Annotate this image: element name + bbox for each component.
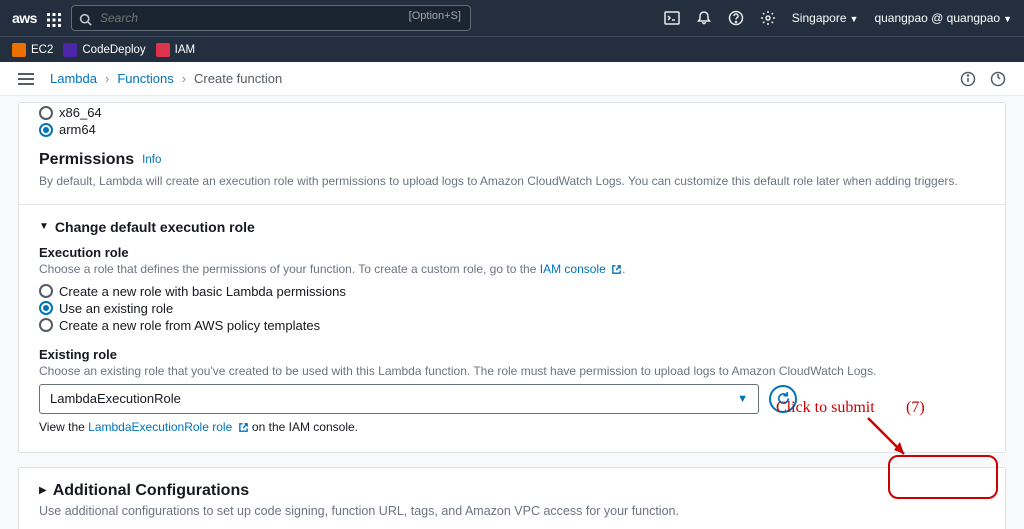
- arch-x86-row[interactable]: x86_64: [39, 105, 985, 120]
- exec-role-desc: Choose a role that defines the permissio…: [39, 262, 985, 276]
- svc-label: CodeDeploy: [82, 44, 145, 56]
- iam-icon: [156, 43, 170, 57]
- services-bar: EC2 CodeDeploy IAM: [0, 36, 1024, 62]
- permissions-desc: By default, Lambda will create an execut…: [39, 173, 985, 190]
- caret-down-icon: ▼: [850, 14, 859, 24]
- global-search: [Option+S]: [71, 5, 471, 31]
- global-nav: aws [Option+S] Singapore▼ quangpao @ qua…: [0, 0, 1024, 36]
- info-panel-icon[interactable]: [960, 70, 976, 87]
- view-role-link-text: LambdaExecutionRole role: [88, 420, 232, 434]
- arch-arm64-row[interactable]: arm64: [39, 122, 985, 137]
- notifications-icon[interactable]: [696, 10, 712, 27]
- additional-config-expander[interactable]: ▶ Additional Configurations: [39, 482, 985, 500]
- external-link-icon: [611, 262, 622, 276]
- caret-right-icon: ▶: [39, 485, 47, 496]
- existing-role-label: Existing role: [39, 347, 985, 362]
- main-content: x86_64 arm64 Permissions Info By default…: [0, 96, 1024, 529]
- aws-logo[interactable]: aws: [12, 10, 37, 26]
- svc-iam[interactable]: IAM: [156, 43, 195, 57]
- basic-info-card: x86_64 arm64 Permissions Info By default…: [18, 102, 1006, 453]
- exec-role-desc-suffix: .: [622, 262, 625, 276]
- role-opt-template-label: Create a new role from AWS policy templa…: [59, 318, 320, 333]
- view-role-link[interactable]: LambdaExecutionRole role: [88, 420, 248, 434]
- iam-console-link[interactable]: IAM console: [540, 262, 622, 276]
- additional-config-card: ▶ Additional Configurations Use addition…: [18, 467, 1006, 529]
- radio-icon: [39, 106, 53, 120]
- role-opt-template[interactable]: Create a new role from AWS policy templa…: [39, 318, 985, 333]
- nav-icons: Singapore▼ quangpao @ quangpao▼: [664, 10, 1012, 27]
- help-icon[interactable]: [728, 10, 744, 27]
- role-opt-new-label: Create a new role with basic Lambda perm…: [59, 284, 346, 299]
- existing-role-value: LambdaExecutionRole: [50, 391, 181, 406]
- caret-down-icon: ▼: [1003, 14, 1012, 24]
- svc-label: IAM: [175, 44, 195, 56]
- existing-role-select[interactable]: LambdaExecutionRole ▼: [39, 384, 759, 414]
- svc-ec2[interactable]: EC2: [12, 43, 53, 57]
- breadcrumb-sep: ›: [182, 71, 186, 86]
- breadcrumb-functions[interactable]: Functions: [117, 71, 173, 86]
- exec-role-desc-prefix: Choose a role that defines the permissio…: [39, 262, 540, 276]
- aws-logo-text: aws: [12, 10, 37, 26]
- divider: [19, 204, 1005, 205]
- search-icon: [79, 11, 92, 26]
- cloudshell-icon[interactable]: [664, 10, 680, 27]
- region-selector[interactable]: Singapore▼: [792, 11, 859, 25]
- codedeploy-icon: [63, 43, 77, 57]
- account-label: quangpao @ quangpao: [874, 11, 1000, 25]
- permissions-title: Permissions: [39, 151, 134, 169]
- role-opt-existing[interactable]: Use an existing role: [39, 301, 985, 316]
- exec-role-expander-title: Change default execution role: [55, 219, 255, 235]
- svc-codedeploy[interactable]: CodeDeploy: [63, 43, 145, 57]
- additional-config-desc: Use additional configurations to set up …: [39, 504, 985, 518]
- arch-x86-label: x86_64: [59, 105, 102, 120]
- radio-icon: [39, 284, 53, 298]
- exec-role-label: Execution role: [39, 245, 985, 260]
- search-hotkey: [Option+S]: [409, 10, 461, 22]
- radio-icon: [39, 301, 53, 315]
- breadcrumb-current: Create function: [194, 71, 282, 86]
- preferences-icon[interactable]: [990, 70, 1006, 87]
- view-role-row: View the LambdaExecutionRole role on the…: [39, 420, 985, 434]
- ec2-icon: [12, 43, 26, 57]
- external-link-icon: [238, 420, 249, 434]
- svc-label: EC2: [31, 44, 53, 56]
- permissions-heading: Permissions Info: [39, 151, 985, 169]
- radio-icon: [39, 318, 53, 332]
- caret-down-icon: ▼: [737, 393, 748, 405]
- exec-role-expander[interactable]: ▼ Change default execution role: [39, 219, 985, 235]
- region-label: Singapore: [792, 11, 847, 25]
- view-role-prefix: View the: [39, 420, 88, 434]
- iam-console-link-text: IAM console: [540, 262, 606, 276]
- role-opt-new[interactable]: Create a new role with basic Lambda perm…: [39, 284, 985, 299]
- radio-icon: [39, 123, 53, 137]
- services-grid-icon[interactable]: [47, 11, 61, 25]
- existing-role-row: LambdaExecutionRole ▼: [39, 384, 985, 414]
- breadcrumb-sep: ›: [105, 71, 109, 86]
- account-menu[interactable]: quangpao @ quangpao▼: [874, 11, 1012, 25]
- existing-role-desc: Choose an existing role that you've crea…: [39, 364, 985, 378]
- breadcrumb-lambda[interactable]: Lambda: [50, 71, 97, 86]
- additional-config-title: Additional Configurations: [53, 482, 249, 500]
- refresh-roles-button[interactable]: [769, 385, 797, 413]
- arch-arm64-label: arm64: [59, 122, 96, 137]
- breadcrumb-row: Lambda › Functions › Create function: [0, 62, 1024, 96]
- caret-down-icon: ▼: [39, 221, 49, 232]
- role-opt-existing-label: Use an existing role: [59, 301, 173, 316]
- view-role-suffix: on the IAM console.: [249, 420, 358, 434]
- settings-icon[interactable]: [760, 10, 776, 27]
- hamburger-icon[interactable]: [18, 71, 34, 87]
- permissions-info-link[interactable]: Info: [142, 154, 161, 166]
